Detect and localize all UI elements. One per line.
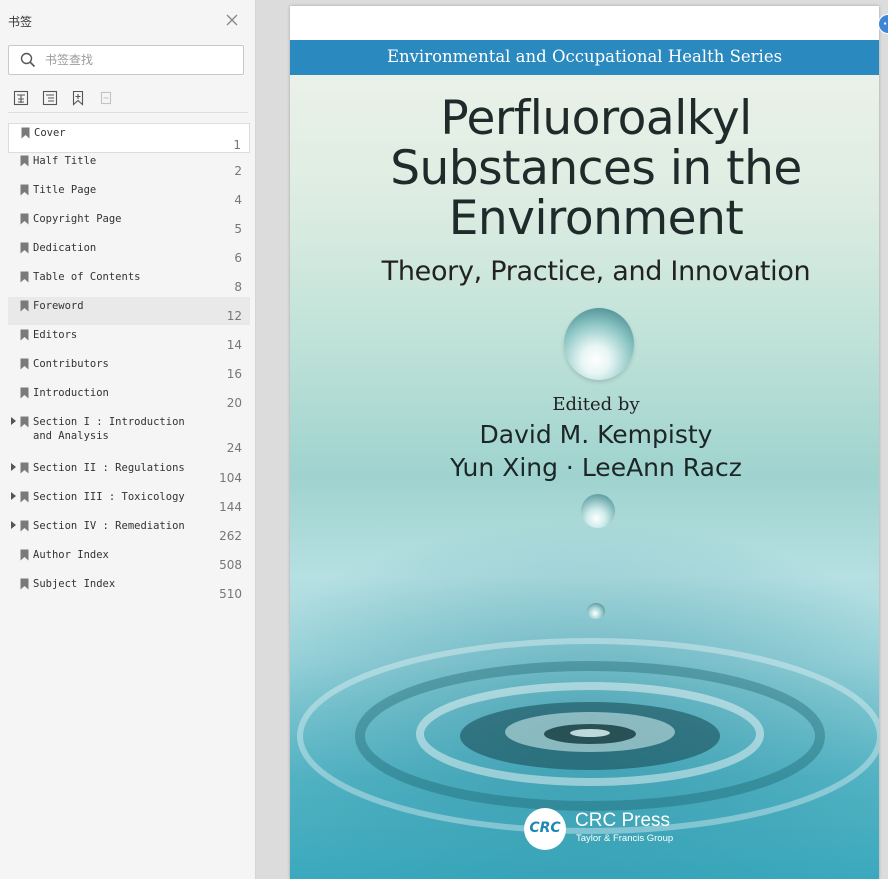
pdf-page[interactable]: Environmental and Occupational Health Se… xyxy=(290,6,879,879)
bookmark-label: Editors xyxy=(33,329,78,341)
expand-arrow-icon[interactable] xyxy=(10,492,18,500)
book-subtitle: Theory, Practice, and Innovation xyxy=(381,256,811,287)
bookmark-label: Foreword xyxy=(33,300,84,312)
bookmark-page-number: 24 xyxy=(226,441,242,455)
expand-arrow-icon[interactable] xyxy=(10,521,18,529)
bookmark-item[interactable]: Section III : Toxicology 144 xyxy=(8,488,250,516)
publisher-subtitle: Taylor & Francis Group xyxy=(576,833,674,844)
bookmark-page-number: 14 xyxy=(226,338,242,352)
bookmark-page-number: 6 xyxy=(234,251,242,265)
bookmark-sidebar: 书签 Cover 1 Half Title 2 Title Page 4 Copyright… xyxy=(0,0,256,879)
bookmark-icon xyxy=(20,213,29,225)
bookmark-item[interactable]: Cover 1 xyxy=(8,123,250,153)
bookmark-toolbar xyxy=(8,88,248,110)
bookmark-label: Section II : Regulations xyxy=(33,462,185,474)
bookmark-icon xyxy=(20,549,29,561)
bookmark-item[interactable]: Section I : Introduction and Analysis 24 xyxy=(8,413,250,457)
bookmark-icon xyxy=(20,462,29,474)
bookmark-label: Section III : Toxicology xyxy=(33,491,185,503)
bookmark-label: Copyright Page xyxy=(33,213,122,225)
bookmark-label: Introduction xyxy=(33,387,109,399)
document-view[interactable]: Environmental and Occupational Health Se… xyxy=(257,0,888,879)
expand-arrow-icon[interactable] xyxy=(10,463,18,471)
series-banner: Environmental and Occupational Health Se… xyxy=(290,40,879,75)
bookmark-item[interactable]: Title Page 4 xyxy=(8,181,250,209)
bookmark-label: Half Title xyxy=(33,155,97,167)
bookmark-label: Author Index xyxy=(33,549,109,561)
close-icon[interactable] xyxy=(224,12,240,28)
editor-name: David M. Kempisty xyxy=(479,420,713,449)
bookmark-icon xyxy=(20,578,29,590)
search-icon xyxy=(20,52,36,68)
bookmark-icon xyxy=(20,300,29,312)
bookmark-item[interactable]: Dedication 6 xyxy=(8,239,250,267)
bookmark-label: Contributors xyxy=(33,358,109,370)
editor-names: Yun Xing · LeeAnn Racz xyxy=(450,453,742,482)
publisher-name: CRC Press xyxy=(575,810,671,831)
bookmark-item[interactable]: Foreword 12 xyxy=(8,297,250,325)
bookmark-label: Dedication xyxy=(33,242,97,254)
bookmark-item[interactable]: Editors 14 xyxy=(8,326,250,354)
bookmark-page-number: 2 xyxy=(234,164,242,178)
bookmark-icon xyxy=(20,184,29,196)
bookmark-page-number: 4 xyxy=(234,193,242,207)
bookmark-icon xyxy=(20,416,29,428)
bookmark-item[interactable]: Introduction 20 xyxy=(8,384,250,412)
bookmark-label: Subject Index xyxy=(33,578,116,590)
bookmark-page-number: 510 xyxy=(219,587,242,601)
bookmark-item[interactable]: Copyright Page 5 xyxy=(8,210,250,238)
bookmark-item[interactable]: Half Title 2 xyxy=(8,152,250,180)
bookmark-page-number: 1 xyxy=(233,138,241,152)
bookmark-item[interactable]: Table of Contents 8 xyxy=(8,268,250,296)
bookmark-search-input[interactable] xyxy=(45,51,235,69)
bookmark-icon xyxy=(20,491,29,503)
bookmark-item[interactable]: Section II : Regulations 104 xyxy=(8,459,250,487)
bookmark-label: Title Page xyxy=(33,184,97,196)
bookmark-item[interactable]: Section IV : Remediation 262 xyxy=(8,517,250,545)
bookmark-icon xyxy=(20,271,29,283)
bookmark-icon xyxy=(20,387,29,399)
bookmark-item[interactable]: Subject Index 510 xyxy=(8,575,250,603)
title-line: Substances in the xyxy=(390,141,802,196)
bookmark-page-number: 12 xyxy=(226,309,242,323)
bookmark-icon xyxy=(21,127,30,139)
water-drop-image xyxy=(564,308,634,380)
collapse-all-icon[interactable] xyxy=(42,90,58,106)
bookmark-search-box[interactable] xyxy=(8,45,244,75)
bookmark-icon xyxy=(20,329,29,341)
edited-by-label: Edited by xyxy=(552,394,640,415)
book-title: Perfluoroalkyl Substances in the Environ… xyxy=(290,94,879,244)
bookmark-page-number: 5 xyxy=(234,222,242,236)
bookmark-page-number: 144 xyxy=(219,500,242,514)
bookmark-label: Cover xyxy=(34,127,66,139)
bookmark-label: Table of Contents xyxy=(33,271,141,283)
bookmark-icon xyxy=(20,520,29,532)
bookmark-page-number: 508 xyxy=(219,558,242,572)
bookmark-label: Section I : Introduction and Analysis xyxy=(33,416,185,442)
expand-all-icon[interactable] xyxy=(13,90,29,106)
bookmark-page-number: 20 xyxy=(226,396,242,410)
bookmark-label: Section IV : Remediation xyxy=(33,520,185,532)
bookmark-page-number: 16 xyxy=(226,367,242,381)
title-line: Perfluoroalkyl xyxy=(440,91,752,146)
expand-arrow-icon[interactable] xyxy=(10,417,18,425)
bookmark-page-number: 262 xyxy=(219,529,242,543)
bookmark-page-number: 104 xyxy=(219,471,242,485)
add-bookmark-icon[interactable] xyxy=(70,90,86,106)
bookmark-icon xyxy=(20,358,29,370)
toolbar-divider xyxy=(8,112,248,113)
title-line: Environment xyxy=(448,191,744,246)
bookmark-item[interactable]: Contributors 16 xyxy=(8,355,250,383)
sidebar-title: 书签 xyxy=(8,15,33,29)
delete-bookmark-icon[interactable] xyxy=(98,90,114,106)
bookmark-page-number: 8 xyxy=(234,280,242,294)
crc-press-logo: CRC xyxy=(524,808,566,850)
water-drop-image xyxy=(581,494,615,528)
bookmark-item[interactable]: Author Index 508 xyxy=(8,546,250,574)
bookmark-icon xyxy=(20,155,29,167)
bookmark-icon xyxy=(20,242,29,254)
